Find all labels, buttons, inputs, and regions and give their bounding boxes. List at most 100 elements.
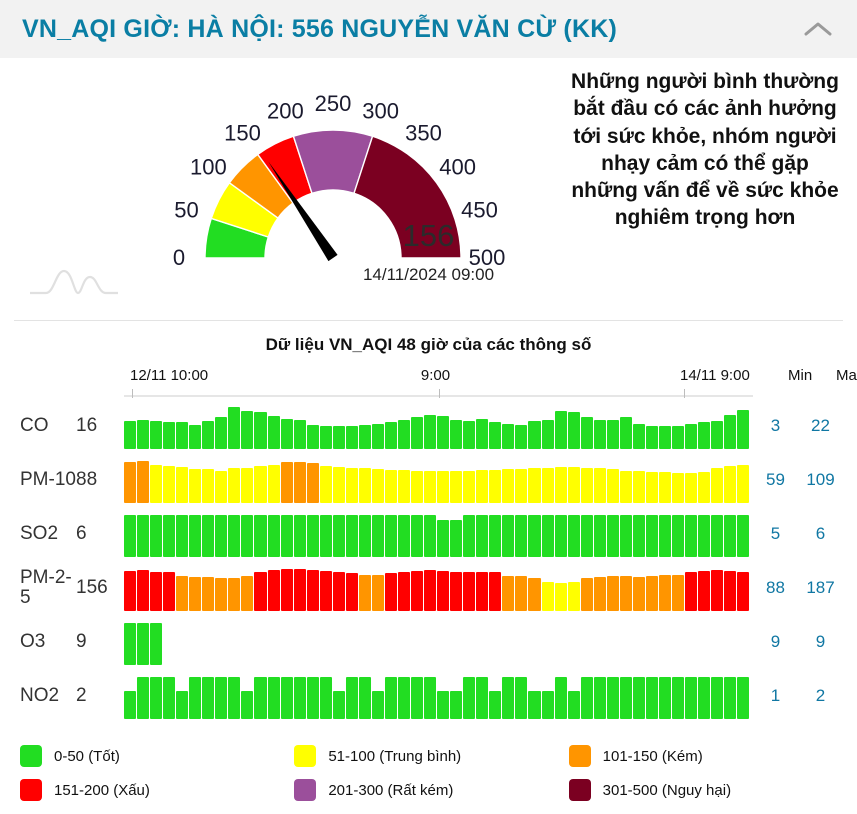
parameter-current-value: 88 [76, 469, 98, 490]
parameter-max-value: 187 [806, 578, 835, 597]
parameter-bar [541, 515, 554, 557]
parameter-bar [241, 515, 254, 557]
health-advice-text: Những người bình thường bắt đầu có các ả… [571, 70, 839, 230]
parameter-bar [450, 571, 463, 611]
parameter-bar [489, 515, 502, 557]
parameter-bar [554, 515, 567, 557]
legend-color-swatch [568, 745, 591, 767]
parameter-bar [685, 423, 698, 449]
parameter-row: CO 16 3 22 [14, 399, 843, 453]
axis-tick-middle [438, 389, 440, 398]
parameter-bar [306, 570, 319, 611]
parameter-bar [724, 677, 737, 719]
parameter-bar [293, 419, 306, 449]
parameter-max-value: 22 [811, 416, 830, 435]
parameter-bar [137, 515, 150, 557]
parameter-bar [619, 470, 632, 503]
legend-color-swatch [568, 779, 591, 801]
parameter-bar [267, 570, 280, 611]
parameter-bar [724, 570, 737, 611]
parameter-bar [476, 470, 489, 503]
parameter-bar [306, 515, 319, 557]
parameter-bar [411, 677, 424, 719]
parameter-bar [345, 573, 358, 611]
parameter-bar [202, 576, 215, 611]
parameter-bar [724, 515, 737, 557]
axis-tick-end [684, 389, 685, 398]
parameter-bar [632, 471, 645, 503]
parameter-bar [358, 468, 371, 503]
parameter-bar [502, 515, 515, 557]
chart-time-axis-labels: 12/11 10:00 9:00 14/11 9:00 Min Max [124, 367, 857, 391]
parameter-bar [476, 677, 489, 719]
parameter-name: SO2 [20, 523, 59, 545]
parameter-bar [632, 423, 645, 449]
parameter-bar [424, 570, 437, 611]
parameter-bar [567, 467, 580, 503]
parameter-bar [163, 422, 176, 449]
parameter-bar [189, 577, 202, 611]
parameter-bar [424, 414, 437, 449]
parameter-bar [463, 515, 476, 557]
parameter-bar [411, 470, 424, 503]
parameter-bar [254, 466, 267, 503]
parameter-bar [580, 577, 593, 611]
parameter-bar [228, 407, 241, 449]
parameter-bar [371, 469, 384, 503]
parameter-bar [332, 691, 345, 719]
parameter-bar [711, 570, 724, 611]
parameter-bar [567, 691, 580, 719]
parameter-min-value: 9 [770, 632, 781, 651]
parameter-bar [685, 677, 698, 719]
parameter-bar [124, 462, 137, 503]
parameter-bar-series [124, 511, 753, 557]
parameter-bar [371, 515, 384, 557]
parameter-bar [397, 470, 411, 503]
parameter-bar [671, 472, 685, 503]
parameter-bar [124, 570, 137, 611]
parameter-bar [450, 691, 463, 719]
parameter-name: CO [20, 415, 49, 437]
parameter-bar [189, 469, 202, 503]
parameter-max-value: 109 [806, 470, 835, 489]
collapse-panel-button[interactable] [801, 12, 835, 46]
parameter-bar [515, 469, 528, 503]
legend-item: 151-200 (Xấu) [20, 773, 294, 807]
parameter-bar [163, 677, 176, 719]
parameter-bar [345, 467, 358, 503]
parameter-bar [332, 426, 345, 449]
parameter-bar [580, 417, 593, 449]
parameter-bar [711, 421, 724, 449]
parameter-bar [450, 471, 463, 503]
parameter-bar [319, 515, 332, 557]
parameter-bar [124, 691, 137, 719]
parameter-current-value: 156 [76, 577, 108, 598]
parameter-row: O3 9 9 9 [14, 615, 843, 669]
parameter-bar [606, 515, 619, 557]
parameter-bar [228, 515, 241, 557]
parameter-bar [163, 572, 176, 611]
parameter-bar [476, 515, 489, 557]
parameter-bar [411, 515, 424, 557]
parameter-bar [541, 582, 554, 611]
parameter-bar [437, 519, 450, 557]
parameter-bar [189, 515, 202, 557]
parameter-bar [528, 515, 541, 557]
parameter-bar [424, 677, 437, 719]
parameter-bar [202, 677, 215, 719]
parameter-bar [671, 574, 685, 611]
parameter-bar [711, 468, 724, 503]
parameter-bar [215, 515, 228, 557]
parameter-bar-series [124, 457, 753, 503]
parameter-bar [632, 515, 645, 557]
parameter-bar [567, 515, 580, 557]
parameter-bar [332, 467, 345, 503]
parameter-bar [215, 470, 228, 503]
parameter-bar [737, 677, 750, 719]
parameter-bar [619, 515, 632, 557]
parameter-bar-series [124, 403, 753, 449]
legend-color-swatch [294, 745, 317, 767]
parameter-bar [384, 422, 397, 449]
parameter-bar [319, 466, 332, 503]
parameter-bar [489, 422, 502, 449]
